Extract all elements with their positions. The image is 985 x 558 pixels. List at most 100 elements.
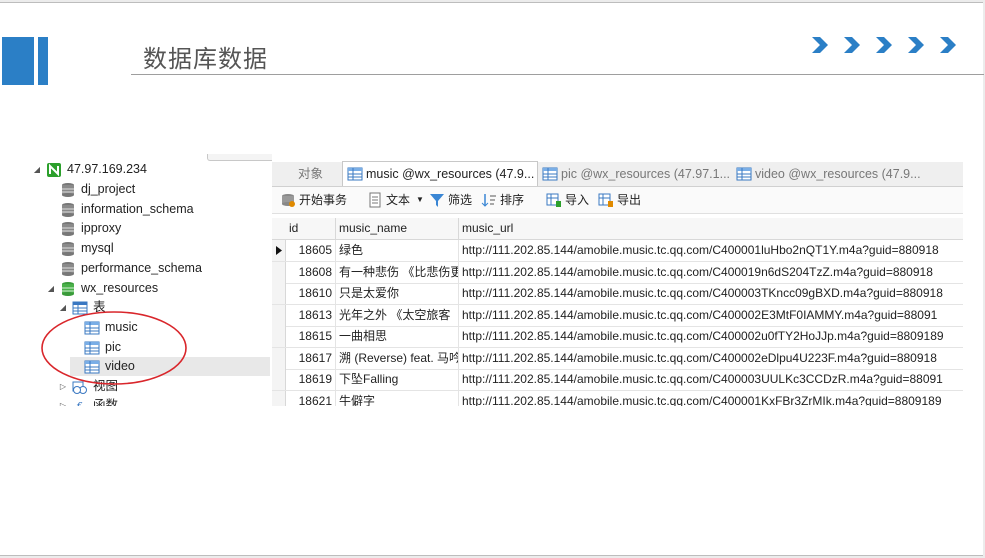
tree-node-functions-folder[interactable]: ▷ f 函数 — [58, 396, 118, 406]
expand-arrow-icon[interactable]: ▷ — [58, 396, 68, 406]
tab-bar: 对象 music @wx_resources (47.9... pic @wx_… — [272, 161, 963, 187]
cell-music-url[interactable]: http://111.202.85.144/amobile.music.tc.q… — [459, 391, 963, 407]
database-label: performance_schema — [81, 261, 202, 275]
table-row[interactable]: 18605 绿色 http://111.202.85.144/amobile.mus… — [272, 240, 963, 262]
cell-music-name[interactable]: 牛僻字 — [336, 390, 459, 406]
cell-music-name[interactable]: 绿色 — [336, 240, 459, 261]
tree-node-database[interactable]: ipproxy — [46, 219, 121, 238]
row-selector[interactable] — [272, 347, 286, 369]
navicat-screenshot: ◢ 47.97.169.234 dj_project information_s… — [30, 154, 963, 406]
database-icon — [60, 221, 76, 237]
cell-id[interactable]: 18619 — [286, 369, 336, 390]
collapse-arrow-icon[interactable]: ◢ — [46, 279, 56, 298]
cell-music-url[interactable]: http://111.202.85.144/amobile.music.tc.q… — [459, 305, 963, 326]
tab-objects[interactable]: 对象 — [298, 162, 338, 186]
table-row[interactable]: 18613 光年之外 《太空旅客（ http://111.202.85.144/am… — [272, 304, 963, 327]
column-header-music-name[interactable]: music_name — [336, 218, 459, 239]
cell-id[interactable]: 18613 — [286, 304, 336, 326]
tree-node-database[interactable]: dj_project — [46, 180, 135, 199]
table-row[interactable]: 18617 溯 (Reverse) feat. 马吟 http://111.202.… — [272, 347, 963, 370]
database-icon — [60, 182, 76, 198]
slide: 数据库数据 ◢ 47.97.169.234 dj_project informa… — [0, 2, 984, 556]
database-label: mysql — [81, 241, 114, 255]
title-underline — [131, 74, 984, 75]
row-selector[interactable] — [272, 283, 286, 304]
cell-id[interactable]: 18610 — [286, 283, 336, 304]
row-selector[interactable] — [272, 326, 286, 347]
button-label: 导入 — [565, 193, 590, 207]
button-label: 导出 — [617, 193, 642, 207]
tab-pic[interactable]: pic @wx_resources (47.97.1... — [540, 162, 730, 186]
cell-id[interactable]: 18608 — [286, 261, 336, 283]
svg-text:f: f — [75, 400, 83, 407]
dropdown-arrow-icon[interactable]: ▼ — [416, 191, 424, 209]
cell-music-url[interactable]: http://111.202.85.144/amobile.music.tc.q… — [459, 348, 963, 369]
filter-button[interactable]: 筛选 — [429, 191, 472, 209]
transaction-icon — [280, 192, 296, 208]
button-label: 排序 — [500, 193, 525, 207]
document-icon — [367, 192, 383, 208]
table-icon — [736, 166, 752, 182]
grid-header: id music_name music_url — [272, 218, 963, 240]
column-header-id[interactable]: id — [286, 218, 336, 239]
tab-label: music @wx_resources (47.9... — [366, 167, 535, 181]
cell-music-name[interactable]: 一曲相思 — [336, 326, 459, 347]
cell-music-url[interactable]: http://111.202.85.144/amobile.music.tc.q… — [459, 240, 963, 261]
chevron-right-icon — [840, 33, 864, 57]
slide-title: 数据库数据 — [143, 46, 268, 73]
tab-label: video @wx_resources (47.9... — [755, 167, 921, 181]
filter-icon — [429, 192, 445, 208]
cell-music-name[interactable]: 只是太爱你 — [336, 283, 459, 304]
object-tree: ◢ 47.97.169.234 dj_project information_s… — [30, 154, 277, 406]
column-header-music-url[interactable]: music_url — [459, 218, 963, 239]
sort-button[interactable]: 排序 — [481, 191, 524, 209]
table-row[interactable]: 18608 有一种悲伤 《比悲伤更 http://111.202.85.144/am… — [272, 261, 963, 284]
cell-id[interactable]: 18615 — [286, 326, 336, 347]
cell-music-url[interactable]: http://111.202.85.144/amobile.music.tc.q… — [459, 262, 963, 283]
chevron-right-icon — [808, 33, 832, 57]
grid-toolbar: 开始事务 文本 ▼ 筛选 排序 导入 导出 — [272, 187, 963, 214]
row-selector[interactable] — [272, 369, 286, 390]
tab-music[interactable]: music @wx_resources (47.9... — [342, 161, 538, 186]
tree-node-database[interactable]: information_schema — [46, 200, 194, 219]
table-row[interactable]: 18610 只是太爱你 http://111.202.85.144/amobile.… — [272, 283, 963, 305]
database-open-icon — [60, 281, 76, 297]
tab-video[interactable]: video @wx_resources (47.9... — [734, 162, 929, 186]
cell-music-url[interactable]: http://111.202.85.144/amobile.music.tc.q… — [459, 369, 963, 390]
table-row[interactable]: 18615 一曲相思 http://111.202.85.144/amobile.m… — [272, 326, 963, 348]
tree-node-connection[interactable]: ◢ 47.97.169.234 — [32, 160, 147, 179]
cell-music-name[interactable]: 溯 (Reverse) feat. 马吟 — [336, 347, 459, 369]
cell-id[interactable]: 18605 — [286, 240, 336, 261]
import-icon — [546, 192, 562, 208]
chevron-right-icon — [936, 33, 960, 57]
export-icon — [598, 192, 614, 208]
table-row[interactable]: 18621 牛僻字 http://111.202.85.144/amobile.mu… — [272, 390, 963, 407]
row-selector[interactable] — [272, 390, 286, 406]
begin-transaction-button[interactable]: 开始事务 — [280, 191, 347, 209]
collapse-arrow-icon[interactable]: ◢ — [32, 160, 42, 179]
current-row-arrow-icon — [276, 246, 282, 255]
cell-music-name[interactable]: 光年之外 《太空旅客（ — [336, 304, 459, 326]
functions-folder-label: 函数 — [93, 398, 119, 406]
cell-music-url[interactable]: http://111.202.85.144/amobile.music.tc.q… — [459, 326, 963, 347]
row-selector[interactable] — [272, 240, 286, 261]
tree-node-database[interactable]: performance_schema — [46, 259, 202, 278]
row-selector[interactable] — [272, 304, 286, 326]
table-row[interactable]: 18619 下坠Falling http://111.202.85.144/amob… — [272, 369, 963, 391]
cell-music-name[interactable]: 下坠Falling — [336, 369, 459, 390]
tree-node-database-open[interactable]: ◢ wx_resources — [32, 279, 158, 298]
text-view-button[interactable]: 文本 ▼ — [367, 191, 424, 209]
database-label: ipproxy — [81, 221, 122, 235]
cell-music-name[interactable]: 有一种悲伤 《比悲伤更 — [336, 261, 459, 283]
database-icon — [60, 261, 76, 277]
row-selector[interactable] — [272, 261, 286, 283]
table-icon — [542, 166, 558, 182]
database-icon — [60, 241, 76, 257]
export-button[interactable]: 导出 — [598, 191, 641, 209]
tree-node-database[interactable]: mysql — [46, 239, 114, 258]
cell-id[interactable]: 18617 — [286, 347, 336, 369]
cell-id[interactable]: 18621 — [286, 390, 336, 406]
cell-music-url[interactable]: http://111.202.85.144/amobile.music.tc.q… — [459, 283, 963, 304]
tab-label: pic @wx_resources (47.97.1... — [561, 167, 731, 181]
import-button[interactable]: 导入 — [546, 191, 589, 209]
